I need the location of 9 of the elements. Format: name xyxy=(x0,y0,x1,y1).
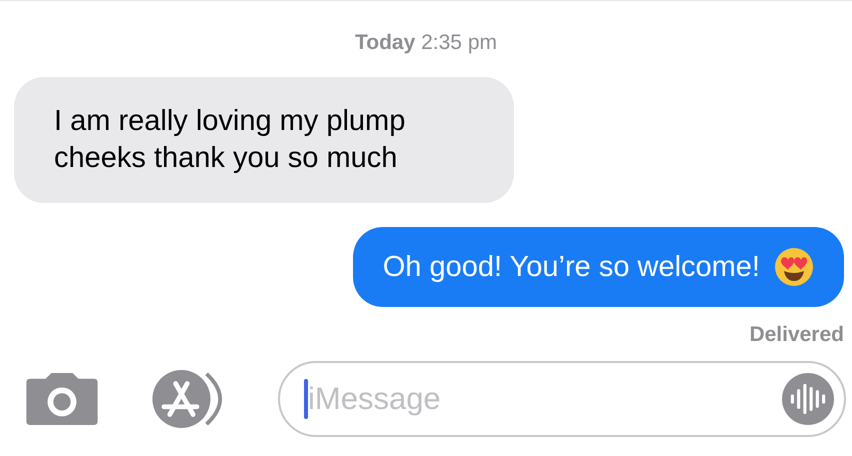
received-message-bubble: I am really loving my plump cheeks thank you so much xyxy=(14,77,514,203)
camera-icon[interactable] xyxy=(26,373,98,425)
message-timestamp: Today 2:35 pm xyxy=(354,31,497,55)
message-text: Oh good! You’re so welcome! xyxy=(382,250,760,284)
message-input-field[interactable]: iMessage xyxy=(308,381,782,417)
audio-waveform-icon[interactable] xyxy=(782,373,834,425)
message-field[interactable]: iMessage xyxy=(278,361,846,437)
text-cursor xyxy=(304,379,308,419)
delivery-status: Delivered xyxy=(749,323,844,347)
